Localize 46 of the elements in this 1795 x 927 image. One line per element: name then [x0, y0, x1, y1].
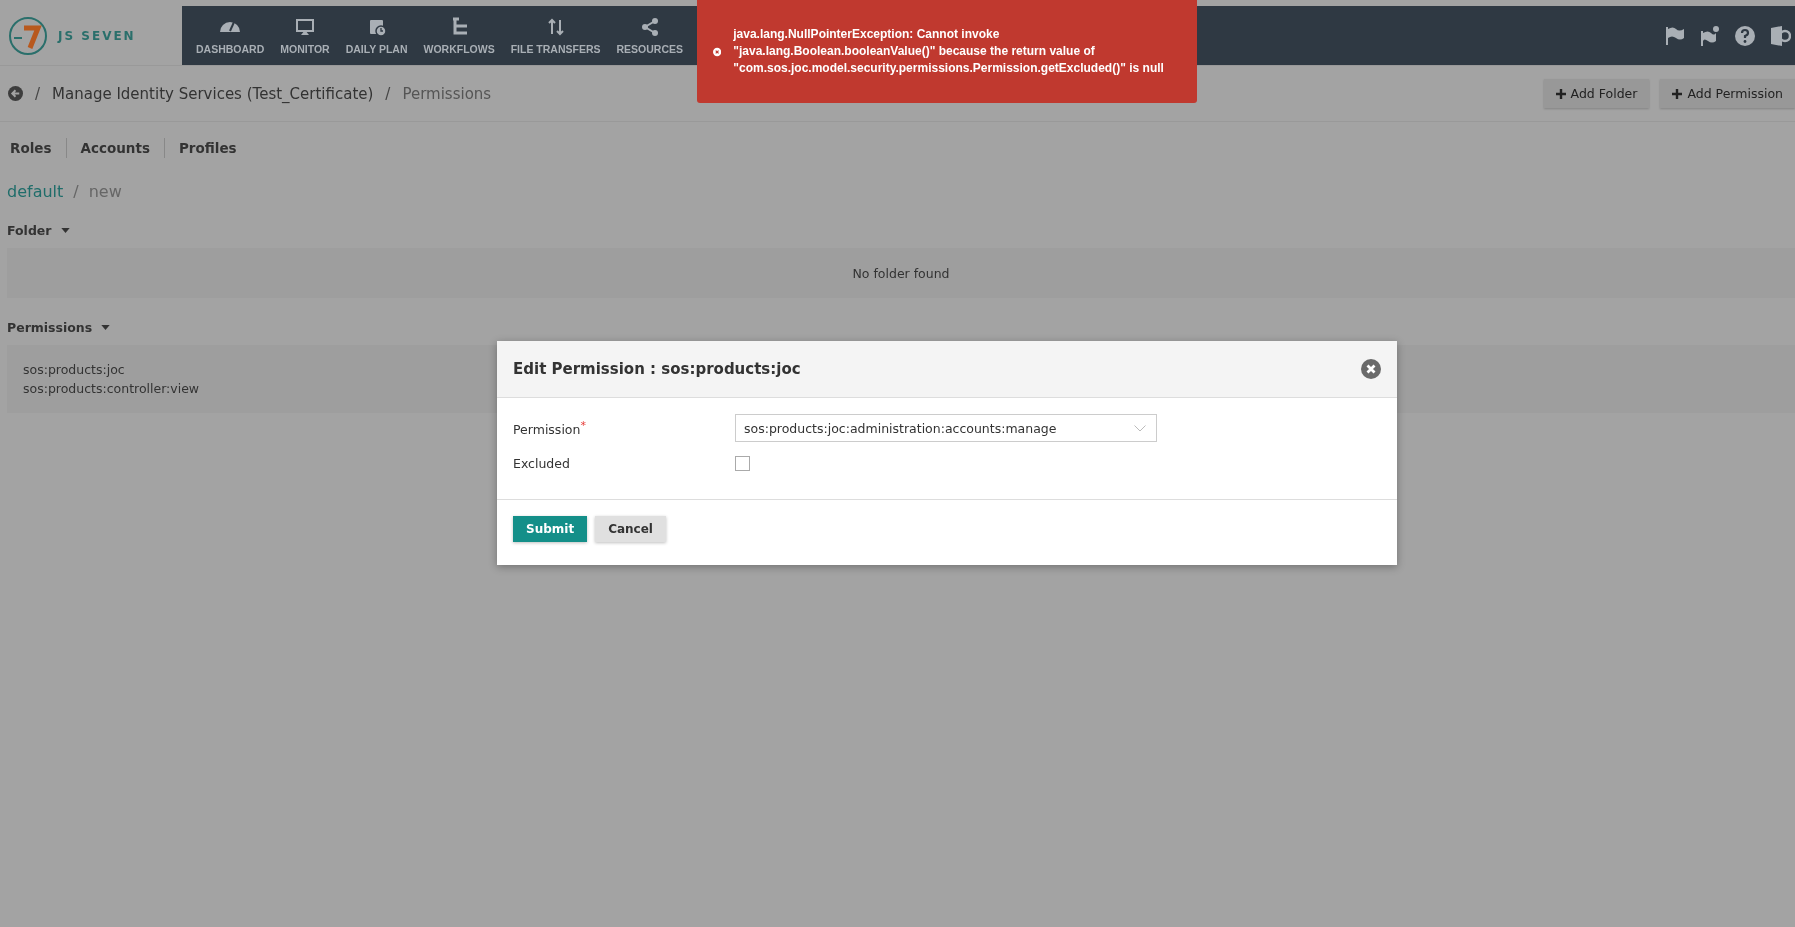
- caret-icon[interactable]: [60, 228, 70, 233]
- back-arrow-icon[interactable]: [8, 86, 23, 101]
- tab[interactable]: Profiles: [163, 138, 251, 158]
- permission-item[interactable]: sos:products:controller:view: [23, 379, 200, 398]
- tab[interactable]: Roles: [10, 138, 66, 158]
- section-title[interactable]: Permissions: [7, 320, 93, 335]
- breadcrumb-link[interactable]: Manage Identity Services (Test_Certificate): [52, 84, 374, 103]
- nav-item[interactable]: DASHBOARD: [188, 16, 273, 55]
- logo-icon: [8, 15, 48, 56]
- share-icon: [639, 16, 660, 37]
- excluded-checkbox[interactable]: [735, 456, 750, 471]
- plus-icon: [1672, 88, 1683, 99]
- nav-item[interactable]: MONITOR: [272, 16, 338, 55]
- cancel-button[interactable]: Cancel: [595, 516, 666, 542]
- field-label: Permission$^{*}$: [513, 418, 587, 438]
- logo-text: JS SEVEN: [58, 28, 136, 43]
- plus-icon: [1555, 88, 1566, 99]
- separator: /: [35, 84, 41, 103]
- nav-item[interactable]: FILE TRANSFERS: [502, 16, 609, 55]
- permission-select[interactable]: sos:products:joc:administration:accounts:manage: [735, 414, 1157, 442]
- required-mark: *: [580, 418, 586, 432]
- current-page: Permissions: [402, 84, 492, 103]
- add-button[interactable]: Add Folder: [1543, 79, 1650, 108]
- empty-message: No folder found: [852, 265, 950, 281]
- add-button[interactable]: Add Permission: [1660, 79, 1795, 108]
- nav-item[interactable]: WORKFLOWS: [415, 16, 503, 55]
- dialog-title: Edit Permission : sos:products:joc: [513, 360, 801, 378]
- nav-item[interactable]: RESOURCES: [608, 16, 691, 55]
- caret-icon[interactable]: [101, 325, 111, 330]
- section-title[interactable]: Folder: [7, 223, 52, 238]
- flag-icon[interactable]: [1664, 24, 1686, 47]
- error-message: java.lang.NullPointerException: Cannot invoke "java.lang.Boolean.booleanValue()" because the return value of "com.sos.joc.model.security.permissions.Permission.getExcluded()" is null: [733, 26, 1165, 77]
- flag-gear-icon[interactable]: [1699, 24, 1721, 47]
- separator: /: [385, 84, 391, 103]
- permission-item[interactable]: sos:products:joc: [23, 360, 125, 379]
- field-label: Excluded: [513, 456, 571, 471]
- separator: /: [73, 182, 79, 201]
- submit-button[interactable]: Submit: [513, 516, 588, 542]
- close-icon[interactable]: [1361, 359, 1381, 379]
- help-icon[interactable]: [1734, 24, 1756, 47]
- nav-item[interactable]: DAILY PLAN: [337, 16, 416, 55]
- tab[interactable]: Accounts: [65, 138, 164, 158]
- path-current: new: [88, 182, 122, 201]
- gauge-icon: [220, 21, 241, 32]
- chevron-down-icon: [1134, 424, 1146, 432]
- monitor-icon: [294, 16, 315, 37]
